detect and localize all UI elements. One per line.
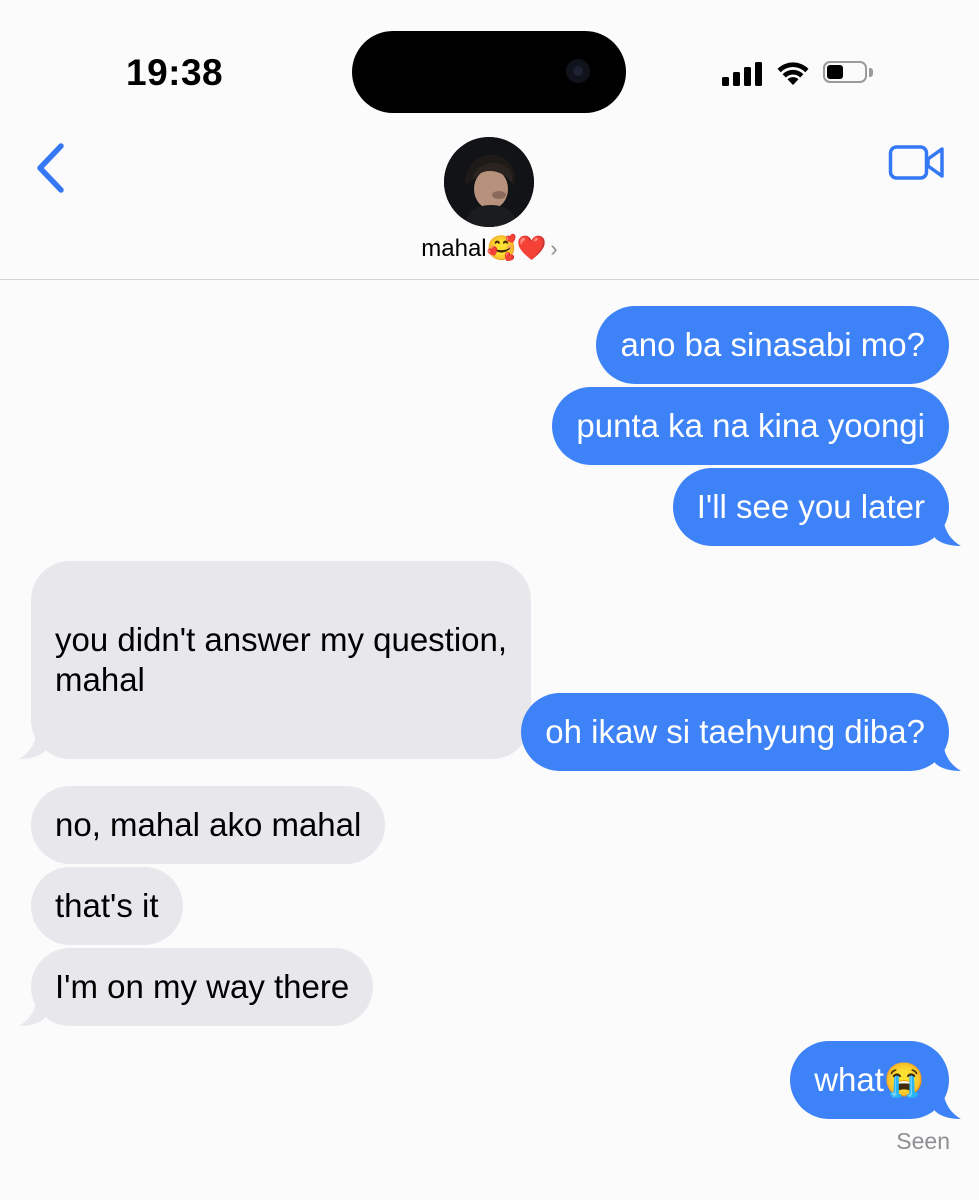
clock: 19:38 [126, 52, 224, 93]
message-bubble-received[interactable]: I'm on my way there [19, 948, 374, 1026]
bubble-tail [935, 743, 961, 771]
chevron-left-icon[interactable] [30, 140, 74, 196]
wifi-icon [777, 62, 809, 85]
status-bar: 19:38 [0, 0, 979, 120]
bubble-tail [935, 518, 961, 546]
read-receipt: Seen [896, 1128, 950, 1154]
message-bubble-received[interactable]: no, mahal ako mahal [31, 786, 386, 864]
message-text: I'll see you later [696, 488, 925, 525]
video-camera-icon[interactable] [888, 142, 946, 182]
message-bubble-sent[interactable]: ano ba sinasabi mo? [596, 306, 949, 384]
header-divider [0, 279, 979, 280]
bubble-tail [19, 731, 45, 759]
avatar-photo [444, 137, 534, 227]
bubble-tail [19, 998, 45, 1026]
message-bubble-sent[interactable]: I'll see you later [672, 468, 961, 546]
message-text: no, mahal ako mahal [55, 806, 362, 843]
battery-icon [823, 61, 873, 85]
message-bubble-received[interactable]: that's it [31, 867, 183, 945]
message-bubble-sent[interactable]: punta ka na kina yoongi [552, 387, 949, 465]
contact-name: mahal🥰❤️ [421, 235, 547, 262]
message-text: you didn't answer my question, mahal [55, 621, 508, 698]
status-icons [722, 60, 882, 88]
chevron-right-icon: › [550, 236, 558, 261]
front-camera-icon [566, 59, 590, 83]
contact-name-button[interactable]: mahal🥰❤️ › [0, 234, 979, 263]
message-text: what😭 [814, 1061, 925, 1098]
dynamic-island [352, 31, 626, 113]
message-text: ano ba sinasabi mo? [620, 326, 925, 363]
avatar[interactable] [444, 137, 534, 227]
conversation-header: mahal🥰❤️ › [0, 120, 979, 280]
bubble-tail [935, 1091, 961, 1119]
message-bubble-sent[interactable]: oh ikaw si taehyung diba? [521, 693, 961, 771]
message-text: punta ka na kina yoongi [576, 407, 925, 444]
message-text: oh ikaw si taehyung diba? [545, 713, 925, 750]
cellular-signal-icon [722, 60, 764, 86]
message-bubble-sent[interactable]: what😭 [790, 1041, 961, 1119]
message-bubble-received[interactable]: you didn't answer my question, mahal [19, 561, 532, 759]
message-text: that's it [55, 887, 159, 924]
message-text: I'm on my way there [55, 968, 350, 1005]
